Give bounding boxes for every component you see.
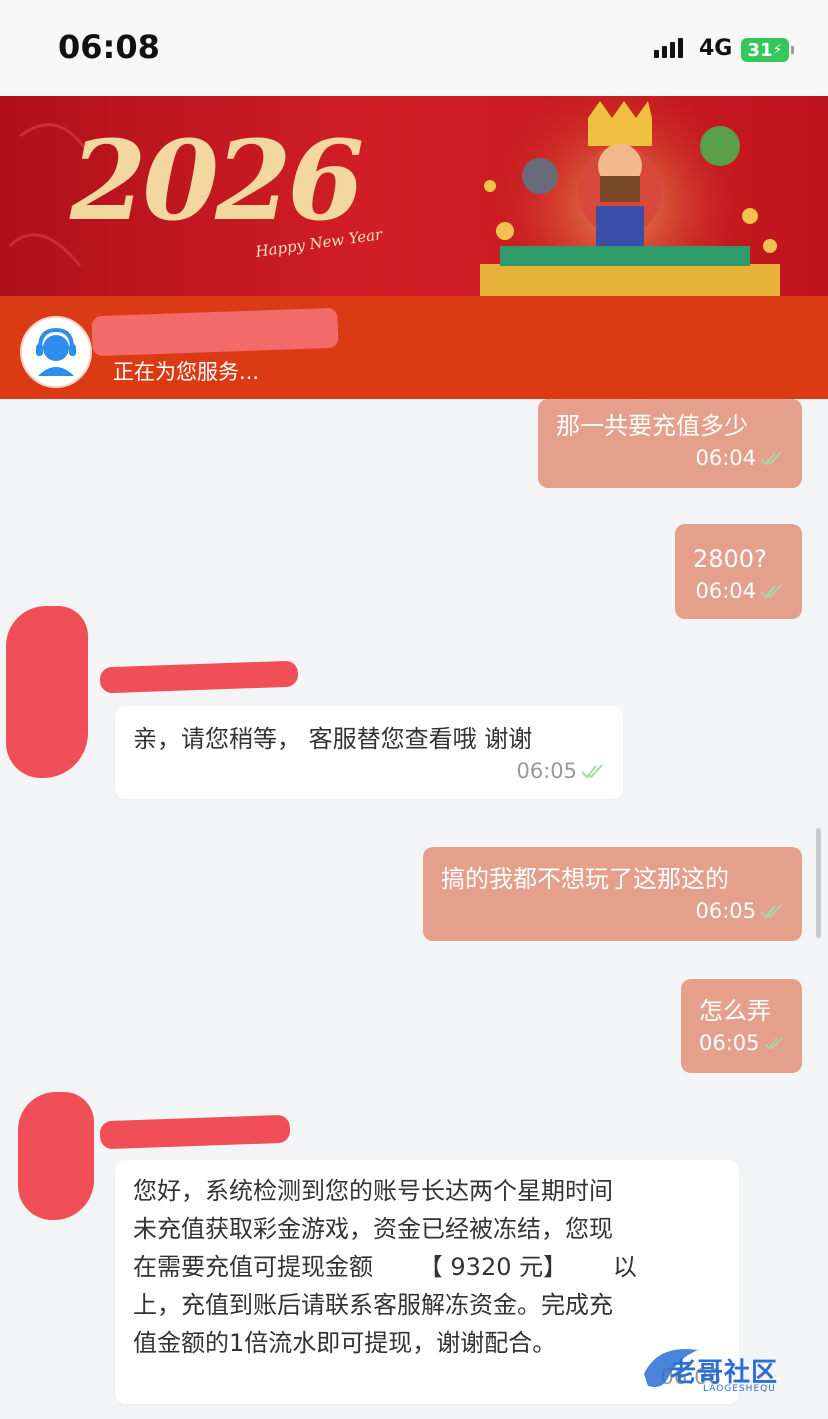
message-text: 亲，请您稍等， 客服替您查看哦 谢谢 [133,725,533,753]
message-sent[interactable]: 那一共要充值多少 06:04 [538,399,802,488]
message-meta: 06:04 [693,578,784,604]
battery-icon: 31 ⚡ [741,38,794,62]
message-sent[interactable]: 怎么弄 06:05 [681,979,802,1073]
scrollbar[interactable] [816,828,821,938]
agent-avatar[interactable] [20,316,92,388]
message-line: 值金额的1倍流水即可提现，谢谢配合。 [133,1329,557,1357]
message-meta: 06:05 [699,1030,784,1056]
cellular-signal-icon [654,38,683,58]
double-check-icon [760,904,782,919]
double-check-icon [581,764,603,779]
message-text: 那一共要充值多少 [556,412,748,440]
message-meta: 06:05 [133,758,605,784]
battery-level: 31 [747,39,773,61]
network-type: 4G [699,36,733,61]
watermark-subtitle: LAOGESHEQU [703,1384,776,1394]
customer-service-icon [36,327,76,376]
redacted-avatar [18,1092,94,1220]
message-text: 怎么弄 [699,997,771,1025]
message-meta: 06:05 [441,898,784,924]
message-time: 06:04 [695,579,756,603]
message-line: 未充值获取彩金游戏，资金已经被冻结，您现 [133,1215,613,1243]
status-time: 06:08 [58,28,160,66]
message-text: 搞的我都不想玩了这那这的 [441,865,729,893]
message-time: 06:05 [695,899,756,923]
message-text: 2800? [693,545,767,573]
message-sent[interactable]: 搞的我都不想玩了这那这的 06:05 [423,847,802,941]
message-line: 上，充值到账后请联系客服解冻资金。完成充 [133,1291,613,1319]
message-time: 06:04 [695,446,756,470]
message-line: 您好，系统检测到您的账号长达两个星期时间 [133,1177,613,1205]
new-year-banner: 2026 Happy New Year [0,96,828,296]
redacted-sender-name [99,1114,291,1150]
double-check-icon [760,584,782,599]
double-check-icon [760,451,782,466]
redacted-agent-name [91,307,339,357]
message-meta: 06:04 [556,445,784,471]
agent-status-text: 正在为您服务... [113,360,260,384]
message-meta: 06:06 [133,1364,721,1390]
status-bar: 06:08 4G 31 ⚡ [0,0,828,96]
message-line: 在需要充值可提现金额 【 9320 元】 以 [133,1253,637,1281]
double-check-icon [763,1037,783,1050]
banner-year: 2026 [70,116,364,245]
message-received[interactable]: 亲，请您稍等， 客服替您查看哦 谢谢 06:05 [115,706,623,799]
message-time: 06:05 [516,759,577,783]
message-sent[interactable]: 2800? 06:04 [675,524,802,619]
message-time: 06:05 [699,1031,760,1055]
redacted-avatar [6,606,88,778]
redacted-sender-name [99,660,299,694]
